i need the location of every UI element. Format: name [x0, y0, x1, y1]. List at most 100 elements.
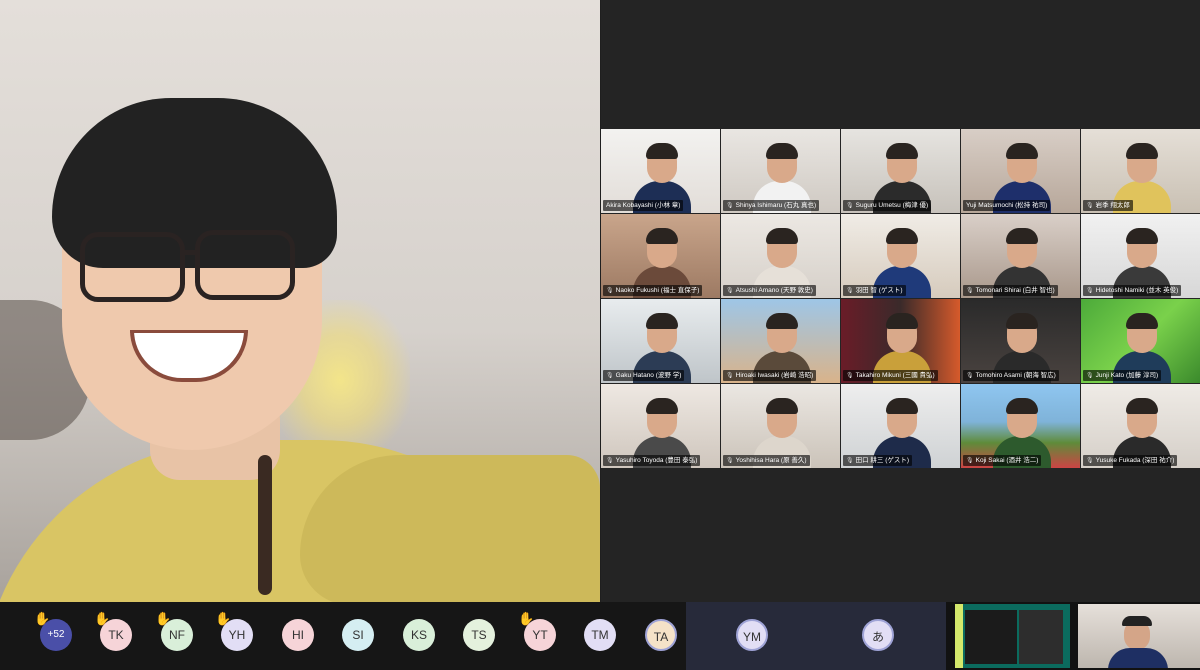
raised-hand-icon: ✋	[215, 611, 232, 626]
mic-off-icon: 🎙︎	[846, 458, 854, 464]
self-hair	[1122, 616, 1152, 626]
participant-name: 🎙︎ Yusuke Fukada (深田 祐介)	[1083, 455, 1178, 466]
participant-tile[interactable]: 🎙︎ Tomohiro Asami (朝海 智広)	[961, 299, 1080, 383]
participant-hair	[766, 398, 798, 414]
participant-hair	[886, 313, 918, 329]
participant-strip: ✋ +52 ✋ TK ✋ NF ✋ YH HI SI KS TS ✋ YT TM TA YM あ	[0, 602, 1200, 670]
participant-name: 🎙︎ Yoshihisa Hara (原 善久)	[723, 455, 810, 466]
participant-name-text: Hiroaki Iwasaki (岩崎 浩昭)	[735, 372, 814, 379]
mic-off-icon: 🎙︎	[966, 288, 974, 294]
participant-tile[interactable]: 🎙︎ Naoko Fukushi (福士 直保子)	[601, 214, 720, 298]
participant-avatars: ✋ +52 ✋ TK ✋ NF ✋ YH HI SI KS TS ✋ YT TM TA	[0, 602, 686, 670]
speaker-glasses-bridge	[180, 250, 200, 255]
share-grid	[1019, 610, 1063, 664]
participant-tile[interactable]: 🎙︎ Hiroaki Iwasaki (岩崎 浩昭)	[721, 299, 840, 383]
self-view-thumbnail[interactable]	[1078, 604, 1200, 668]
participant-name: 🎙︎ Takahiro Mikuni (三國 貴弘)	[843, 370, 938, 381]
participant-name: 🎙︎ Atsushi Amano (天野 敦史)	[723, 285, 816, 296]
participant-name-text: Yoshihisa Hara (原 善久)	[735, 457, 807, 464]
mic-off-icon: 🎙︎	[1086, 373, 1094, 379]
mic-off-icon: 🎙︎	[606, 288, 614, 294]
participant-avatar[interactable]: TS	[463, 619, 495, 651]
avatar-initials[interactable]: TA	[645, 619, 677, 651]
participant-tile[interactable]: 🎙︎ Suguru Umetsu (梅津 優)	[841, 129, 960, 213]
participant-tile[interactable]: 🎙︎ Yusuke Fukada (深田 祐介)	[1081, 384, 1200, 468]
mic-off-icon: 🎙︎	[1086, 203, 1094, 209]
pinned-participant[interactable]: YM	[736, 619, 768, 651]
avatar-initials[interactable]: TM	[584, 619, 616, 651]
participant-name-text: Junji Kato (加藤 淳司)	[1095, 372, 1159, 379]
avatar-initials[interactable]: TS	[463, 619, 495, 651]
participant-tile[interactable]: Yuji Matsumochi (松持 祐司)	[961, 129, 1080, 213]
participant-hair	[886, 143, 918, 159]
participant-tile[interactable]: 🎙︎ 羽田 智 (ゲスト)	[841, 214, 960, 298]
share-sidebar	[955, 604, 963, 668]
participant-avatar[interactable]: ✋ YH	[215, 611, 253, 651]
participant-name: 🎙︎ 岩季 翔太郎	[1083, 200, 1133, 211]
participant-hair	[1126, 398, 1158, 414]
participant-tile[interactable]: 🎙︎ Koji Sakai (酒井 浩二)	[961, 384, 1080, 468]
participant-name-text: Yusuke Fukada (深田 祐介)	[1095, 457, 1175, 464]
participant-tile[interactable]: Akira Kobayashi (小林 章)	[601, 129, 720, 213]
participant-tile[interactable]: 🎙︎ Takahiro Mikuni (三國 貴弘)	[841, 299, 960, 383]
participant-tile[interactable]: 🎙︎ Shinya Ishimaru (石丸 真也)	[721, 129, 840, 213]
participant-name-text: Yasuhiro Toyoda (豊田 泰弘)	[615, 457, 698, 464]
participant-hair	[646, 398, 678, 414]
participant-name-text: Akira Kobayashi (小林 章)	[606, 202, 681, 209]
participant-avatar[interactable]: SI	[342, 619, 374, 651]
participant-avatar[interactable]: ✋ YT	[518, 611, 556, 651]
participant-tile[interactable]: 🎙︎ Yoshihisa Hara (原 善久)	[721, 384, 840, 468]
speaker-arm	[300, 455, 600, 602]
participant-name: 🎙︎ Suguru Umetsu (梅津 優)	[843, 200, 932, 211]
participant-hair	[1126, 313, 1158, 329]
avatar-initials[interactable]: YM	[736, 619, 768, 651]
participant-tile[interactable]: 🎙︎ Tomonari Shirai (白井 智也)	[961, 214, 1080, 298]
participant-name-text: Suguru Umetsu (梅津 優)	[855, 202, 929, 209]
pinned-participants: YM あ	[686, 602, 946, 670]
mic-off-icon: 🎙︎	[726, 203, 734, 209]
participant-tile[interactable]: 🎙︎ 田口 耕三 (ゲスト)	[841, 384, 960, 468]
screen-share-thumbnail[interactable]	[955, 604, 1070, 668]
participant-name-text: Shinya Ishimaru (石丸 真也)	[735, 202, 817, 209]
participant-name-text: 田口 耕三 (ゲスト)	[855, 457, 910, 464]
participant-name: Akira Kobayashi (小林 章)	[603, 200, 684, 211]
participant-tile[interactable]: 🎙︎ Gaku Hatano (波野 学)	[601, 299, 720, 383]
mic-off-icon: 🎙︎	[606, 458, 614, 464]
participant-name: 🎙︎ Yasuhiro Toyoda (豊田 泰弘)	[603, 455, 701, 466]
avatar-initials[interactable]: あ	[862, 619, 894, 651]
more-participants[interactable]: ✋ +52	[34, 611, 72, 651]
participant-name: 🎙︎ Tomohiro Asami (朝海 智広)	[963, 370, 1059, 381]
share-content	[965, 610, 1017, 664]
participant-name-text: Gaku Hatano (波野 学)	[615, 372, 682, 379]
pinned-participant[interactable]: あ	[862, 619, 894, 651]
avatar-initials[interactable]: KS	[403, 619, 435, 651]
participant-name-text: 岩季 翔太郎	[1095, 202, 1130, 209]
participant-avatar[interactable]: ✋ TK	[94, 611, 132, 651]
participant-name: 🎙︎ Koji Sakai (酒井 浩二)	[963, 455, 1042, 466]
participant-avatar[interactable]: TA	[645, 619, 677, 651]
avatar-initials[interactable]: SI	[342, 619, 374, 651]
participant-name-text: Takahiro Mikuni (三國 貴弘)	[855, 372, 935, 379]
participant-avatar[interactable]: HI	[282, 619, 314, 651]
participant-tile[interactable]: 🎙︎ 岩季 翔太郎	[1081, 129, 1200, 213]
gallery-view: Akira Kobayashi (小林 章) 🎙︎ Shinya Ishimaru …	[601, 0, 1200, 602]
mic-off-icon: 🎙︎	[846, 373, 854, 379]
active-speaker-video[interactable]	[0, 0, 600, 602]
participant-avatar[interactable]: ✋ NF	[155, 611, 193, 651]
participant-name: 🎙︎ Naoko Fukushi (福士 直保子)	[603, 285, 703, 296]
participant-tile[interactable]: 🎙︎ Yasuhiro Toyoda (豊田 泰弘)	[601, 384, 720, 468]
participant-name-text: Tomonari Shirai (白井 智也)	[975, 287, 1055, 294]
participant-name-text: Naoko Fukushi (福士 直保子)	[615, 287, 700, 294]
participant-tile[interactable]: 🎙︎ Atsushi Amano (天野 敦史)	[721, 214, 840, 298]
participant-name-text: Koji Sakai (酒井 浩二)	[975, 457, 1039, 464]
participant-hair	[1006, 313, 1038, 329]
participant-avatar[interactable]: TM	[584, 619, 616, 651]
participant-avatar[interactable]: KS	[403, 619, 435, 651]
participant-name: 🎙︎ Junji Kato (加藤 淳司)	[1083, 370, 1162, 381]
avatar-initials[interactable]: HI	[282, 619, 314, 651]
raised-hand-icon: ✋	[155, 611, 172, 626]
participant-tile[interactable]: 🎙︎ Hidetoshi Namiki (並木 英俊)	[1081, 214, 1200, 298]
participant-hair	[1006, 398, 1038, 414]
participant-tile[interactable]: 🎙︎ Junji Kato (加藤 淳司)	[1081, 299, 1200, 383]
mic-off-icon: 🎙︎	[726, 458, 734, 464]
